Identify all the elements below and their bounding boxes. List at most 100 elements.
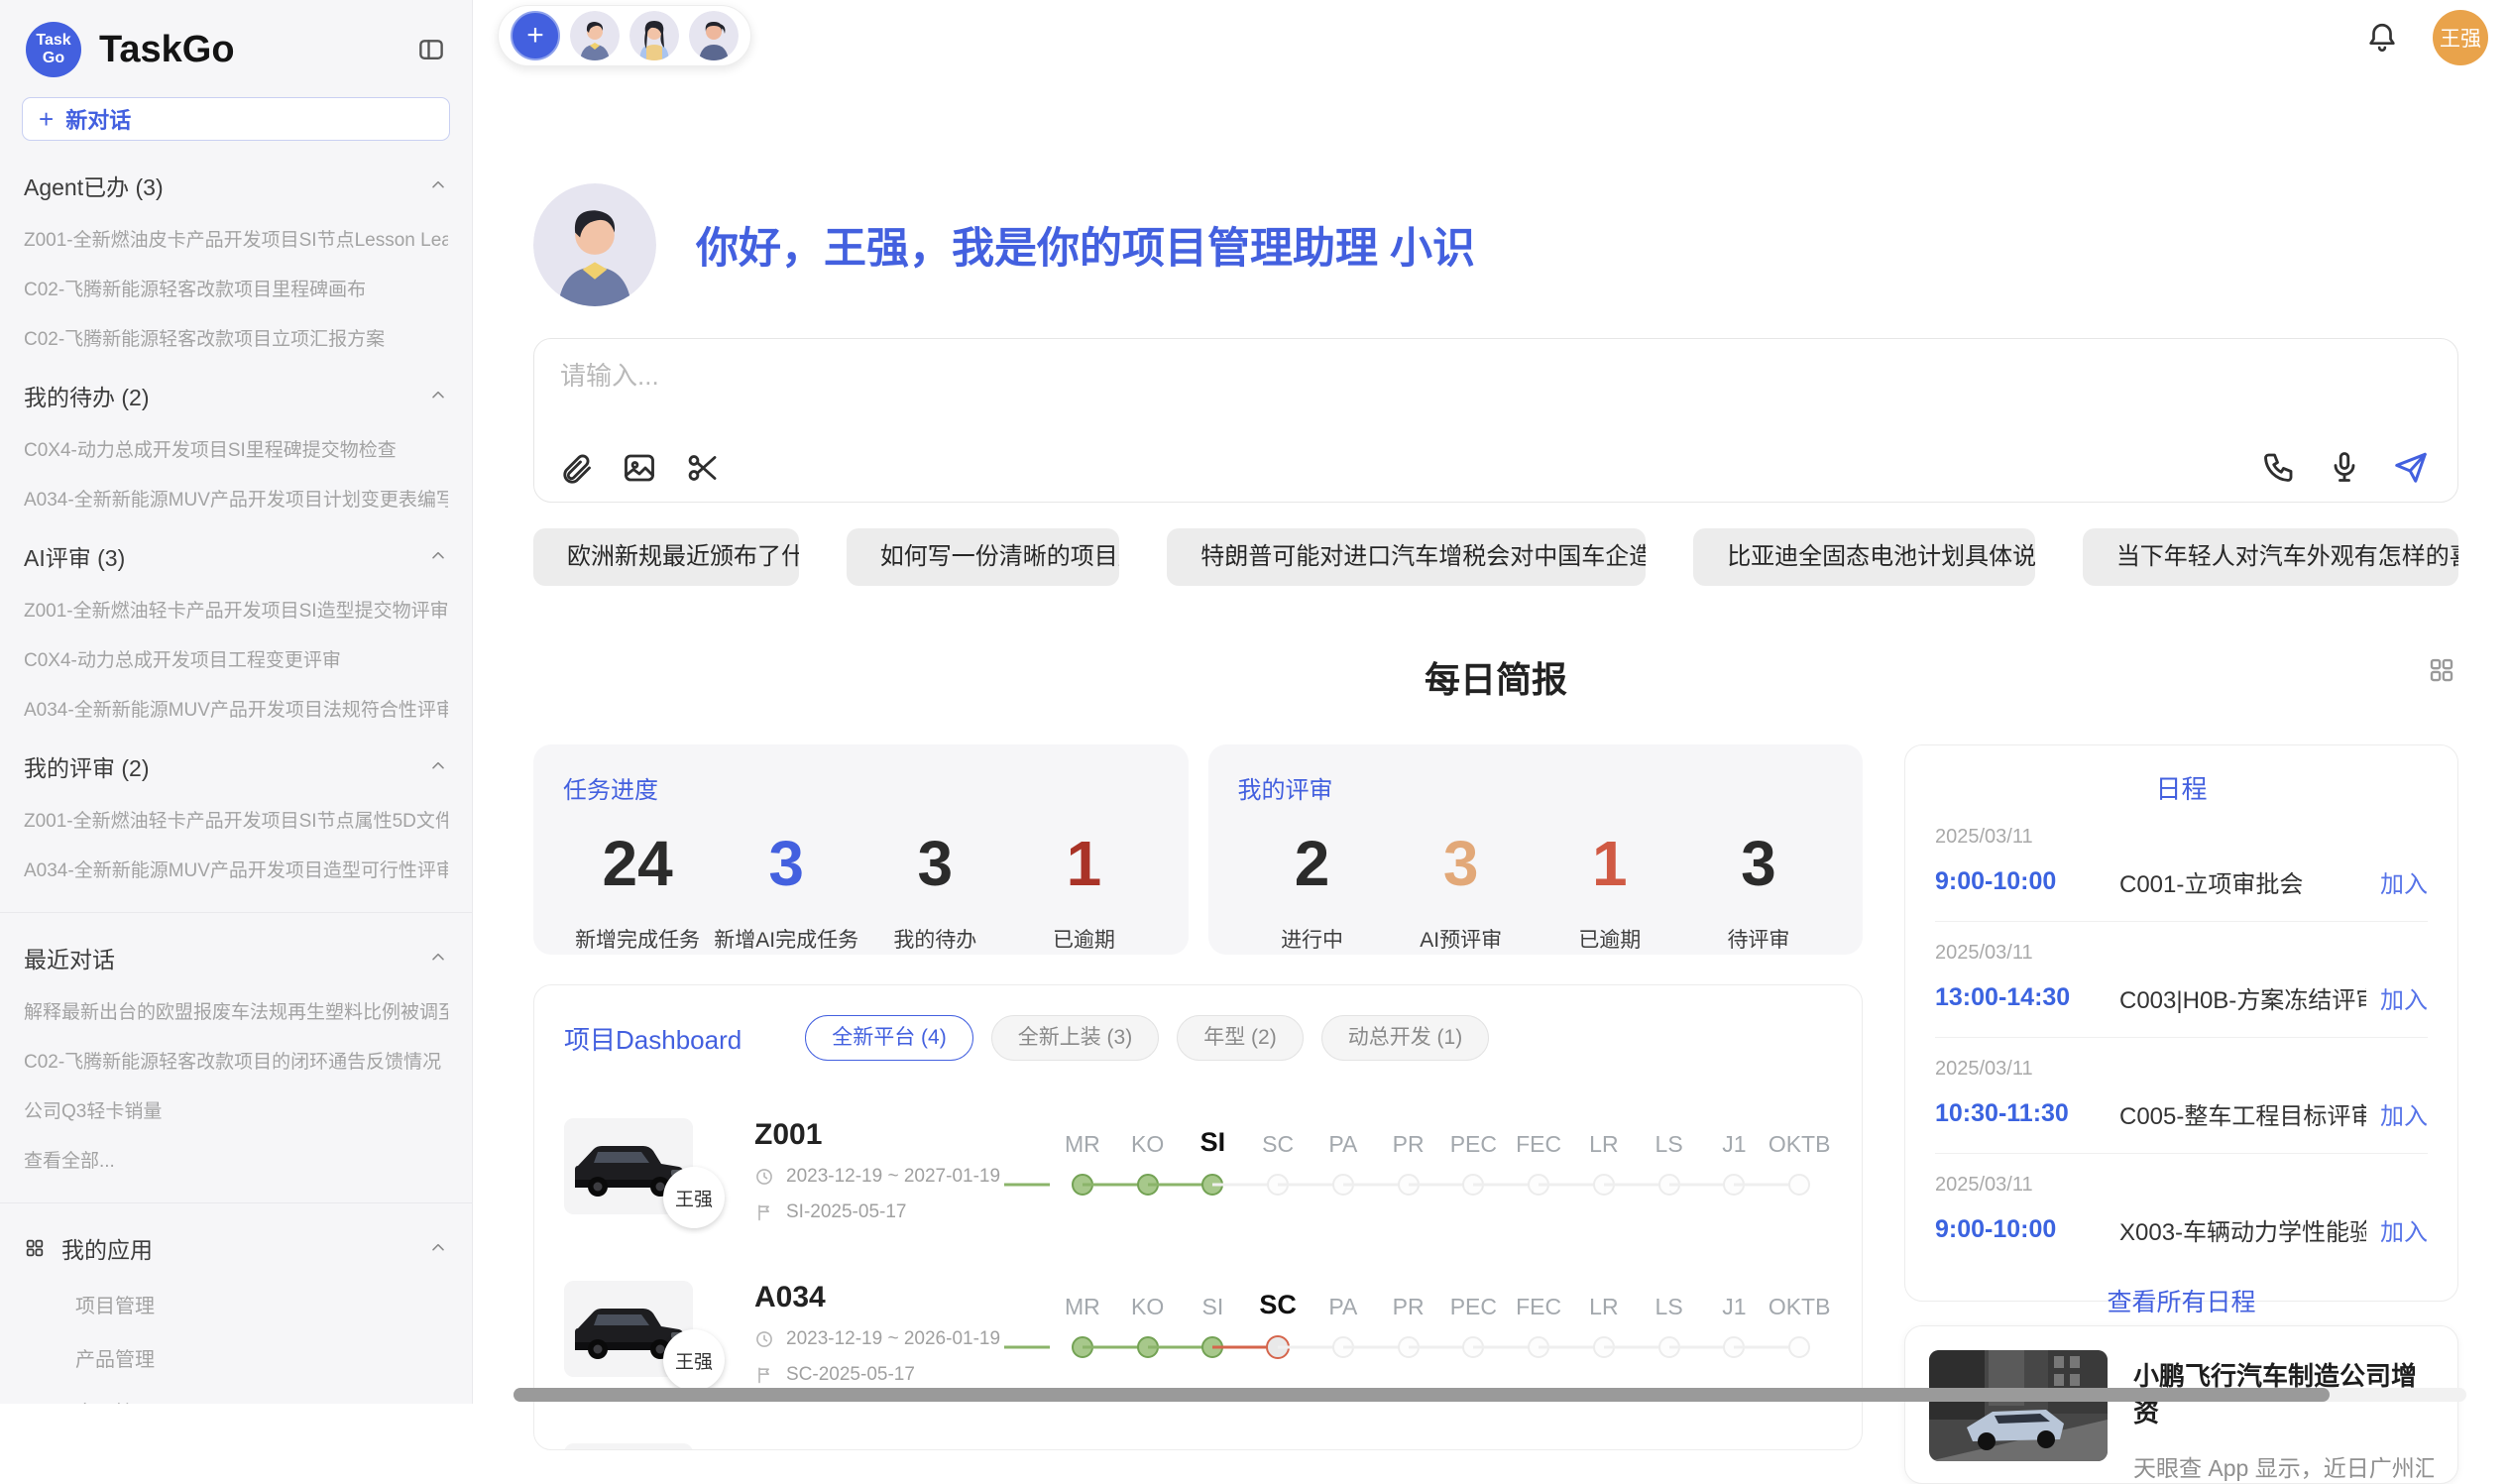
chevron-up-icon[interactable]: [428, 1238, 448, 1258]
project-date-range: 2023-12-19 ~ 2026-01-19: [786, 1328, 1000, 1350]
suggestion-chip[interactable]: 当下年轻人对汽车外观有怎样的喜好趋势: [2083, 528, 2458, 586]
chevron-up-icon[interactable]: [428, 386, 448, 405]
app-item[interactable]: 项目管理: [75, 1290, 448, 1318]
stat-item: 3我的待办: [860, 827, 1009, 954]
phone-icon[interactable]: [2261, 449, 2297, 485]
news-card[interactable]: 小鹏飞行汽车制造公司增资 天眼查 App 显示，近日广州汇天飞行汽...: [1904, 1325, 2458, 1484]
stat-label: 新增AI完成任务: [712, 924, 860, 954]
recent-view-all-link[interactable]: 查看全部...: [24, 1146, 448, 1173]
filter-chip[interactable]: 年型 (2): [1177, 1015, 1304, 1061]
filter-chip[interactable]: 动总开发 (1): [1321, 1015, 1490, 1061]
filter-chip[interactable]: 全新上装 (3): [991, 1015, 1160, 1061]
recent-chat-item[interactable]: C02-飞腾新能源轻客改款项目的闭环通告反馈情况: [24, 1047, 448, 1074]
milestone: J1: [1702, 1122, 1768, 1199]
collapse-sidebar-icon[interactable]: [416, 35, 446, 64]
stat-item: 3AI预评审: [1387, 827, 1536, 954]
milestone: PEC: [1441, 1285, 1507, 1362]
stat-card-title: 我的评审: [1238, 770, 1834, 805]
sidebar-section-recent-title: 最近对话: [24, 941, 115, 974]
divider: [0, 912, 472, 913]
schedule-item: 2025/03/1110:30-11:30C005-整车工程目标评审加入: [1935, 1038, 2428, 1154]
microphone-icon[interactable]: [2327, 449, 2362, 485]
milestone: FEC: [1506, 1285, 1571, 1362]
sidebar-task-item[interactable]: C0X4-动力总成开发项目工程变更评审: [24, 645, 448, 672]
project-code: A034: [754, 1281, 1010, 1314]
suggestion-chip[interactable]: 欧洲新规最近颁布了什么?: [533, 528, 799, 586]
app-item[interactable]: 产品管理: [75, 1343, 448, 1372]
sidebar-task-item[interactable]: C0X4-动力总成开发项目SI里程碑提交物检查: [24, 435, 448, 462]
sidebar-task-item[interactable]: A034-全新新能源MUV产品开发项目造型可行性评审: [24, 856, 448, 882]
sidebar-task-item[interactable]: Z001-全新燃油轻卡产品开发项目SI节点属性5D文件评审: [24, 806, 448, 833]
schedule-title-text: C003|H0B-方案冻结评审: [2119, 980, 2366, 1015]
stat-label: 已逾期: [1536, 924, 1684, 954]
join-link[interactable]: 加入: [2380, 1212, 2428, 1247]
project-image: [564, 1443, 693, 1450]
suggestion-chip[interactable]: 特朗普可能对进口汽车增税会对中国车企造成哪些影响: [1167, 528, 1646, 586]
sidebar-task-item[interactable]: C02-飞腾新能源轻客改款项目里程碑画布: [24, 275, 448, 301]
app-item[interactable]: 变更管理: [75, 1397, 448, 1404]
sidebar-task-item[interactable]: C02-飞腾新能源轻客改款项目立项汇报方案: [24, 324, 448, 351]
chevron-up-icon[interactable]: [428, 756, 448, 776]
recent-chat-item[interactable]: 解释最新出台的欧盟报废车法规再生塑料比例被调至15%...: [24, 997, 448, 1024]
stat-card: 我的评审2进行中3AI预评审1已逾期3待评审: [1208, 744, 1864, 955]
image-icon[interactable]: [622, 450, 657, 486]
milestone: J1: [1702, 1285, 1768, 1362]
milestone-label: SC: [1245, 1122, 1311, 1158]
milestone-dot[interactable]: [1788, 1336, 1810, 1358]
project-dates: 2023-12-19 ~ 2026-01-19: [754, 1328, 1010, 1350]
join-link[interactable]: 加入: [2380, 864, 2428, 899]
suggestion-chip[interactable]: 比亚迪全固态电池计划具体说了什么: [1693, 528, 2035, 586]
project-dashboard-card: 项目Dashboard 全新平台 (4) 全新上装 (3) 年型 (2) 动总开发 (…: [533, 984, 1863, 1450]
dashboard-title: 项目Dashboard: [564, 1020, 742, 1057]
grid-icon: [24, 1237, 46, 1259]
chat-composer: [533, 338, 2458, 503]
milestone-track: MRKOSISCPAPRPECFECLRLSJ1OKTB: [1050, 1285, 1832, 1362]
horizontal-scrollbar-thumb[interactable]: [513, 1388, 2330, 1402]
schedule-item: 2025/03/1113:00-14:30C003|H0B-方案冻结评审加入: [1935, 922, 2428, 1038]
new-chat-button[interactable]: + 新对话: [22, 97, 450, 141]
stat-label: 进行中: [1238, 924, 1387, 954]
scissors-icon[interactable]: [685, 450, 721, 486]
sidebar-task-item[interactable]: A034-全新新能源MUV产品开发项目法规符合性评审: [24, 695, 448, 722]
dashboard-header: 项目Dashboard 全新平台 (4) 全新上装 (3) 年型 (2) 动总开发 (…: [564, 1015, 1832, 1061]
sidebar-task-item[interactable]: Z001-全新燃油皮卡产品开发项目SI节点Lesson Learn报告: [24, 225, 448, 252]
schedule-time: 9:00-10:00: [1935, 1215, 2119, 1244]
chevron-up-icon[interactable]: [428, 546, 448, 566]
schedule-date: 2025/03/11: [1935, 1058, 2428, 1081]
right-column: 日程 2025/03/119:00-10:00C001-立项审批会加入2025/…: [1904, 744, 2458, 1484]
logo-line1: Task: [36, 32, 70, 50]
chat-input[interactable]: [560, 361, 2432, 392]
sidebar-section-1-title: 我的待办 (2): [24, 379, 150, 412]
main-area: + 王强 你好，王强，我是你的项目管理助理 小识: [474, 0, 2510, 1404]
view-all-schedule-link[interactable]: 查看所有日程: [1935, 1269, 2428, 1318]
schedule-title: 日程: [1935, 769, 2428, 806]
attachment-icon[interactable]: [558, 450, 594, 486]
join-link[interactable]: 加入: [2380, 1096, 2428, 1131]
chevron-up-icon[interactable]: [428, 948, 448, 968]
milestone-dot[interactable]: [1788, 1174, 1810, 1196]
sidebar-task-item[interactable]: A034-全新新能源MUV产品开发项目计划变更表编写: [24, 485, 448, 512]
milestone: SI: [1181, 1122, 1246, 1199]
chevron-up-icon[interactable]: [428, 175, 448, 195]
sidebar-header: Task Go TaskGo: [0, 0, 472, 91]
send-icon[interactable]: [2392, 448, 2430, 486]
stat-item: 24新增完成任务: [563, 827, 712, 954]
project-flag: SC-2025-05-17: [754, 1364, 1010, 1386]
sidebar-task-item[interactable]: Z001-全新燃油轻卡产品开发项目SI造型提交物评审: [24, 596, 448, 623]
layout-grid-icon[interactable]: [2427, 655, 2456, 685]
stat-label: 新增完成任务: [563, 924, 712, 954]
milestone-label: SC: [1245, 1285, 1311, 1320]
news-snippet: 天眼查 App 显示，近日广州汇天飞行汽...: [2133, 1449, 2434, 1483]
filter-chip[interactable]: 全新平台 (4): [805, 1015, 973, 1061]
suggestion-chip[interactable]: 如何写一份清晰的项目周报: [847, 528, 1119, 586]
recent-chat-item[interactable]: 公司Q3轻卡销量: [24, 1096, 448, 1123]
milestone-label: PA: [1311, 1122, 1376, 1158]
stat-item: 3待评审: [1684, 827, 1833, 954]
stat-label: 我的待办: [860, 924, 1009, 954]
join-link[interactable]: 加入: [2380, 980, 2428, 1015]
milestone-label: OKTB: [1767, 1122, 1832, 1158]
schedule-card: 日程 2025/03/119:00-10:00C001-立项审批会加入2025/…: [1904, 744, 2458, 1302]
milestone: FEC: [1506, 1122, 1571, 1199]
milestone-label: PA: [1311, 1285, 1376, 1320]
divider: [0, 1202, 472, 1203]
